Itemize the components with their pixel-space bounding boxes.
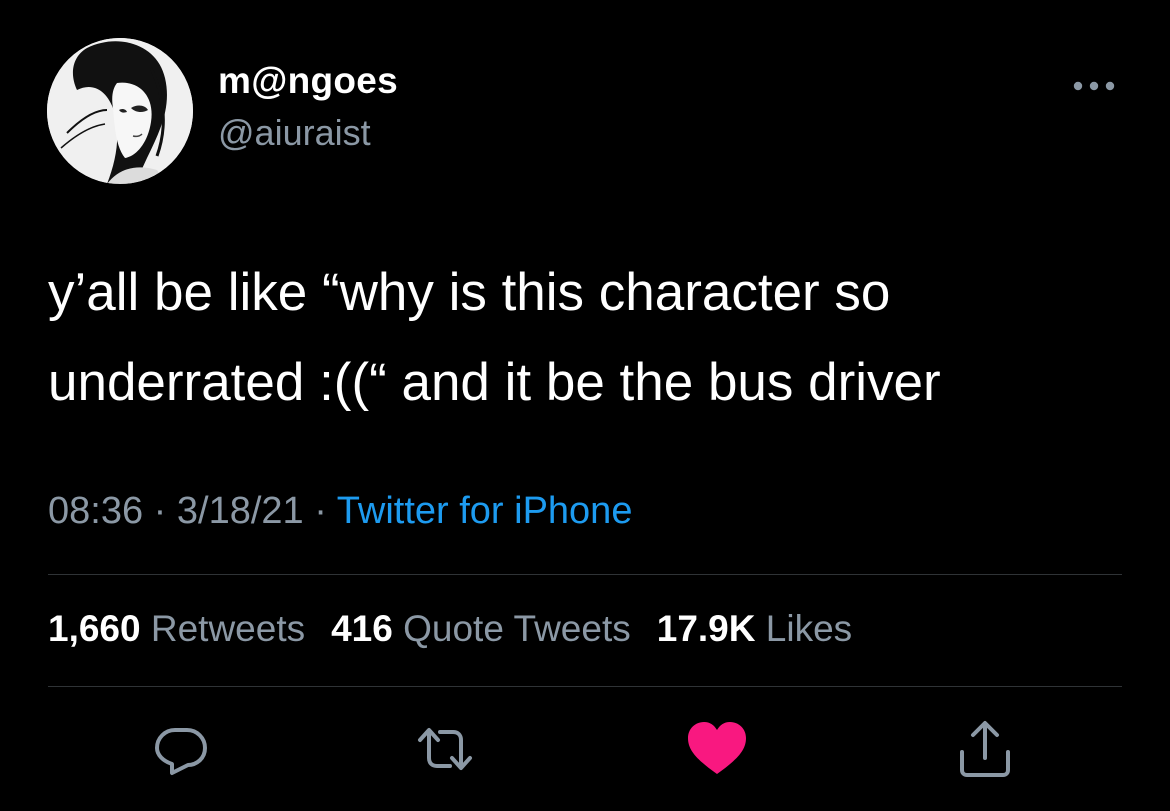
anime-girl-avatar-icon (47, 38, 193, 184)
meta-separator: · (314, 490, 327, 532)
retweets-label: Retweets (150, 608, 306, 649)
ellipsis-icon (1073, 81, 1115, 91)
likes-stat[interactable]: 17.9K Likes (657, 608, 852, 649)
likes-label: Likes (765, 608, 853, 649)
retweets-count: 1,660 (48, 608, 141, 649)
meta-separator: · (153, 490, 167, 532)
tweet-source-link[interactable]: Twitter for iPhone (337, 490, 633, 532)
quote-tweets-label: Quote Tweets (403, 608, 631, 649)
quote-tweets-stat[interactable]: 416 Quote Tweets (331, 608, 631, 649)
tweet-text: y’all be like “why is this character so … (48, 248, 1128, 428)
tweet-meta: 08:36 · 3/18/21 · Twitter for iPhone (48, 490, 632, 533)
likes-count: 17.9K (656, 608, 756, 649)
avatar[interactable] (47, 38, 193, 184)
tweet-time[interactable]: 08:36 (48, 490, 143, 532)
quote-tweets-count: 416 (331, 608, 393, 649)
display-name[interactable]: m@ngoes (218, 60, 398, 102)
heart-icon (688, 722, 746, 774)
tweet-text-line: y’all be like “why is this character so (48, 263, 891, 322)
reply-button[interactable] (150, 718, 212, 780)
share-button[interactable] (954, 718, 1016, 780)
retweet-icon (418, 728, 472, 770)
tweet-stats: 1,660 Retweets 416 Quote Tweets 17.9K Like… (48, 608, 852, 650)
retweets-stat[interactable]: 1,660 Retweets (48, 608, 305, 649)
more-options-button[interactable] (1066, 74, 1122, 98)
retweet-button[interactable] (414, 718, 476, 780)
tweet-date[interactable]: 3/18/21 (177, 490, 304, 532)
like-button[interactable] (686, 718, 748, 780)
tweet-text-line: underrated :((“ and it be the bus driver (48, 353, 941, 412)
reply-icon (155, 728, 207, 775)
divider (48, 686, 1122, 687)
user-handle[interactable]: @aiuraist (218, 112, 371, 154)
divider (48, 574, 1122, 575)
tweet-card: m@ngoes @aiuraist y’all be like “why is … (0, 0, 1170, 811)
share-icon (960, 721, 1010, 777)
